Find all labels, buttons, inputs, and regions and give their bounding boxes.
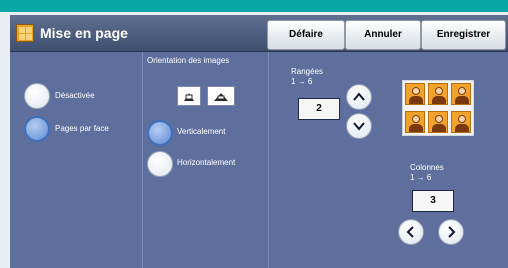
column-divider bbox=[268, 52, 269, 268]
columns-label: Colonnes bbox=[410, 163, 444, 172]
column-divider bbox=[142, 52, 143, 268]
radio-pages-per-side-label: Pages par face bbox=[55, 124, 109, 133]
radio-horizontal[interactable] bbox=[147, 151, 173, 177]
orientation-icons bbox=[177, 86, 237, 110]
portrait-icon bbox=[177, 86, 201, 106]
rows-value: 2 bbox=[298, 98, 340, 120]
chevron-up-icon bbox=[353, 92, 365, 101]
preview-person-icon bbox=[428, 111, 448, 133]
radio-disabled-label: Désactivée bbox=[55, 91, 95, 100]
preview-person-icon bbox=[405, 111, 425, 133]
save-button[interactable]: Enregistrer bbox=[421, 20, 506, 50]
radio-horizontal-label: Horizontalement bbox=[177, 158, 236, 167]
preview-person-icon bbox=[451, 83, 471, 105]
chevron-left-icon bbox=[406, 226, 414, 238]
preview-person-icon bbox=[451, 111, 471, 133]
orientation-label: Orientation des images bbox=[147, 56, 230, 65]
preview-person-icon bbox=[428, 83, 448, 105]
rows-label: Rangées bbox=[291, 67, 324, 76]
radio-vertical[interactable] bbox=[147, 120, 173, 146]
preview-person-icon bbox=[405, 83, 425, 105]
columns-range: 1 → 6 bbox=[410, 173, 432, 182]
columns-decrease-button[interactable] bbox=[398, 219, 424, 245]
top-accent-stripe bbox=[0, 0, 508, 12]
rows-down-button[interactable] bbox=[346, 113, 372, 139]
layout-grid-icon bbox=[16, 24, 34, 42]
cancel-button[interactable]: Annuler bbox=[345, 20, 421, 50]
rows-up-button[interactable] bbox=[346, 84, 372, 110]
columns-increase-button[interactable] bbox=[438, 219, 464, 245]
page-title: Mise en page bbox=[40, 25, 128, 41]
chevron-right-icon bbox=[448, 226, 456, 238]
landscape-icon bbox=[207, 86, 235, 106]
radio-pages-per-side[interactable] bbox=[24, 116, 50, 142]
columns-value: 3 bbox=[412, 190, 454, 212]
layout-preview bbox=[402, 80, 474, 136]
radio-vertical-label: Verticalement bbox=[177, 127, 226, 136]
radio-disabled[interactable] bbox=[24, 83, 50, 109]
undo-button[interactable]: Défaire bbox=[267, 20, 345, 50]
chevron-down-icon bbox=[353, 122, 365, 131]
rows-range: 1 → 6 bbox=[291, 77, 313, 86]
